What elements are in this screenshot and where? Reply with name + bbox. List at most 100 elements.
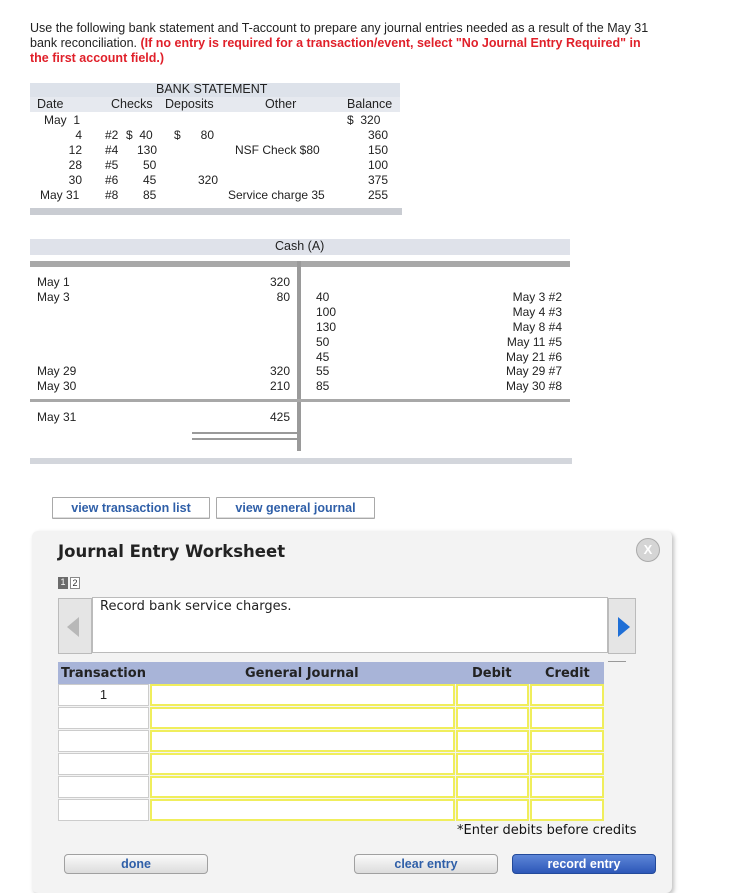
col-debit: Debit bbox=[472, 666, 512, 681]
transaction-number: 1 bbox=[99, 687, 108, 702]
bs-row-check-amt: $ 40 bbox=[126, 128, 153, 142]
bs-row-other: NSF Check $80 bbox=[235, 143, 320, 157]
bank-statement-title: BANK STATEMENT bbox=[156, 82, 268, 96]
bs-row-balance: 100 bbox=[367, 158, 388, 172]
journal-header-divider bbox=[608, 661, 626, 662]
t-debit-label: May 3 bbox=[37, 290, 70, 304]
bs-row-balance: 360 bbox=[367, 128, 388, 142]
t-credit-label: May 11 #5 bbox=[506, 335, 562, 349]
t-credit-label: May 4 #3 bbox=[512, 305, 562, 319]
account-input[interactable] bbox=[150, 684, 455, 706]
col-general-journal: General Journal bbox=[245, 666, 359, 681]
bs-row-balance: $ 320 bbox=[347, 113, 381, 127]
bs-header-other: Other bbox=[265, 97, 297, 111]
t-credit-label: May 30 #8 bbox=[505, 379, 562, 393]
credit-input[interactable] bbox=[530, 730, 604, 752]
t-debit-label: May 29 bbox=[37, 364, 77, 378]
account-input[interactable] bbox=[150, 730, 455, 752]
bs-row-other: Service charge 35 bbox=[228, 188, 325, 202]
t-credit-label: May 29 #7 bbox=[505, 364, 562, 378]
bs-header-checks: Checks bbox=[111, 97, 153, 111]
bank-statement-bottom-bar bbox=[30, 208, 402, 215]
record-entry-button[interactable]: record entry bbox=[512, 854, 656, 874]
bs-row-date: May 31 bbox=[40, 188, 80, 202]
bs-row-balance: 375 bbox=[367, 173, 388, 187]
account-input[interactable] bbox=[150, 799, 455, 821]
t-credit-label: May 3 #2 bbox=[512, 290, 562, 304]
transaction-cell bbox=[58, 776, 149, 798]
previous-button[interactable] bbox=[58, 598, 92, 654]
debit-input[interactable] bbox=[456, 753, 529, 775]
transaction-cell bbox=[58, 799, 149, 821]
clear-entry-button[interactable]: clear entry bbox=[354, 854, 498, 874]
transaction-cell bbox=[58, 753, 149, 775]
bs-row-check-amt: 130 bbox=[137, 143, 158, 157]
debit-input[interactable] bbox=[456, 799, 529, 821]
bs-row-date: 28 bbox=[68, 158, 82, 172]
view-transaction-list-button[interactable]: view transaction list bbox=[52, 497, 210, 519]
t-account-subtotal-line bbox=[30, 399, 570, 402]
account-input[interactable] bbox=[150, 753, 455, 775]
next-button[interactable] bbox=[608, 598, 636, 654]
t-credit-amount: 130 bbox=[316, 320, 337, 334]
bs-row-check-no: #4 bbox=[105, 143, 119, 157]
t-debit-amount: 320 bbox=[269, 275, 290, 289]
debit-input[interactable] bbox=[456, 730, 529, 752]
worksheet-title: Journal Entry Worksheet bbox=[58, 542, 286, 561]
credit-input[interactable] bbox=[530, 753, 604, 775]
t-debit-amount: 320 bbox=[269, 364, 290, 378]
credit-input[interactable] bbox=[530, 707, 604, 729]
credit-input[interactable] bbox=[530, 776, 604, 798]
bs-row-check-no: #5 bbox=[105, 158, 119, 172]
worksheet-description: Record bank service charges. bbox=[100, 599, 292, 614]
debit-input[interactable] bbox=[456, 776, 529, 798]
credit-input[interactable] bbox=[530, 684, 604, 706]
t-account-title: Cash (A) bbox=[275, 239, 325, 253]
bs-row-date: 30 bbox=[68, 173, 82, 187]
t-debit-amount: 210 bbox=[269, 379, 290, 393]
account-input[interactable] bbox=[150, 776, 455, 798]
t-credit-amount: 100 bbox=[316, 305, 337, 319]
page-tab-1[interactable]: 1 bbox=[58, 577, 68, 589]
t-debit-label: May 1 bbox=[37, 275, 70, 289]
close-icon[interactable]: X bbox=[636, 538, 660, 562]
debit-input[interactable] bbox=[456, 707, 529, 729]
bs-row-check-no: #2 bbox=[105, 128, 119, 142]
view-general-journal-button[interactable]: view general journal bbox=[216, 497, 375, 519]
col-transaction: Transaction bbox=[61, 666, 146, 681]
bs-row-deposit: $ 80 bbox=[174, 128, 215, 142]
bs-row-check-no: #8 bbox=[105, 188, 119, 202]
bs-row-date: 4 bbox=[75, 128, 82, 142]
done-button[interactable]: done bbox=[64, 854, 208, 874]
t-credit-label: May 21 #6 bbox=[505, 350, 562, 364]
bs-header-deposits: Deposits bbox=[165, 97, 214, 111]
t-credit-label: May 8 #4 bbox=[512, 320, 562, 334]
t-account-double-line bbox=[192, 438, 298, 440]
t-ending-amount: 425 bbox=[269, 410, 290, 424]
t-account-double-line bbox=[192, 432, 298, 434]
t-ending-label: May 31 bbox=[37, 410, 77, 424]
t-credit-amount: 85 bbox=[316, 379, 330, 393]
debits-first-note: *Enter debits before credits bbox=[457, 823, 637, 838]
instructions: Use the following bank statement and T-a… bbox=[30, 21, 650, 66]
bank-statement-header-row bbox=[30, 97, 400, 112]
bs-row-date: 12 bbox=[68, 143, 82, 157]
account-input[interactable] bbox=[150, 707, 455, 729]
bs-row-date: May 1 bbox=[44, 113, 81, 127]
chevron-left-icon bbox=[67, 617, 79, 637]
bs-row-check-amt: 45 bbox=[143, 173, 157, 187]
transaction-cell bbox=[58, 707, 149, 729]
page-tab-2[interactable]: 2 bbox=[70, 577, 80, 589]
bs-row-check-no: #6 bbox=[105, 173, 119, 187]
t-credit-amount: 40 bbox=[316, 290, 330, 304]
debit-input[interactable] bbox=[456, 684, 529, 706]
credit-input[interactable] bbox=[530, 799, 604, 821]
t-credit-amount: 45 bbox=[316, 350, 330, 364]
t-account-divider bbox=[297, 261, 301, 451]
bs-header-balance: Balance bbox=[347, 97, 393, 111]
bs-row-balance: 255 bbox=[367, 188, 388, 202]
bs-row-check-amt: 85 bbox=[143, 188, 157, 202]
col-credit: Credit bbox=[545, 666, 590, 681]
bs-row-balance: 150 bbox=[367, 143, 388, 157]
bs-header-date: Date bbox=[37, 97, 64, 111]
